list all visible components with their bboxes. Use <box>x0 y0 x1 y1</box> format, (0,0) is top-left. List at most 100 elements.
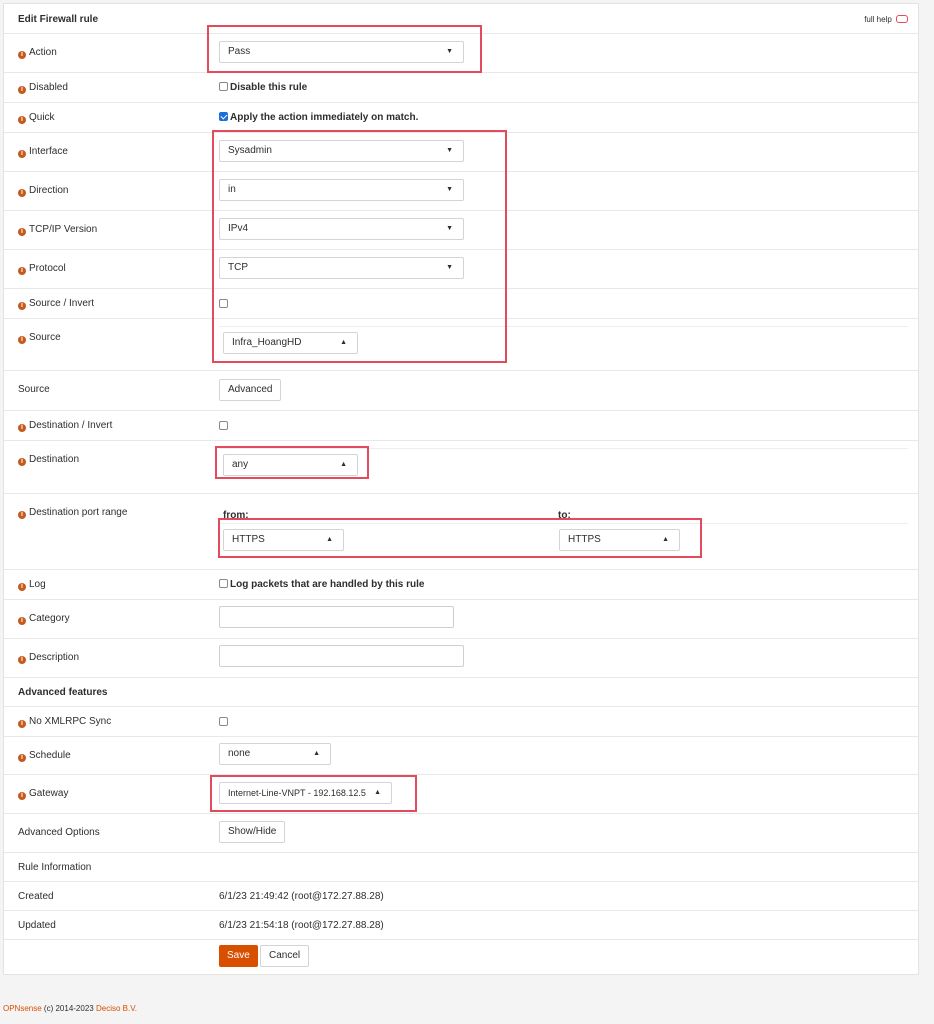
label-direction: i Direction <box>18 185 68 197</box>
save-button[interactable]: Save <box>219 945 258 967</box>
label-advanced-options: Advanced Options <box>18 827 100 838</box>
cancel-button[interactable]: Cancel <box>260 945 310 967</box>
row-quick: i Quick Apply the action immediately on m… <box>4 102 918 133</box>
info-icon[interactable]: i <box>18 336 26 344</box>
highlight-box-gateway <box>210 775 417 812</box>
info-icon[interactable]: i <box>18 656 26 664</box>
label-protocol: i Protocol <box>18 263 66 275</box>
label-created: Created <box>18 891 54 902</box>
info-icon[interactable]: i <box>18 617 26 625</box>
source-advanced-button[interactable]: Advanced <box>219 379 282 401</box>
label-text: Interface <box>29 146 68 157</box>
schedule-value: none <box>228 748 251 759</box>
label-text: TCP/IP Version <box>29 224 98 235</box>
dest-invert-checkbox[interactable] <box>219 421 228 430</box>
label-description: i Description <box>18 652 79 664</box>
label-text: Disabled <box>29 82 68 93</box>
label-text: Protocol <box>29 263 66 274</box>
row-source-advanced: Source Advanced <box>4 370 918 411</box>
updated-value: 6/1/23 21:54:18 (root@172.27.88.28) <box>219 920 384 931</box>
info-icon[interactable]: i <box>18 302 26 310</box>
show-hide-button[interactable]: Show/Hide <box>219 821 286 843</box>
label-ipversion: i TCP/IP Version <box>18 224 97 236</box>
label-text: Gateway <box>29 788 69 799</box>
info-icon[interactable]: i <box>18 511 26 519</box>
info-icon[interactable]: i <box>18 86 26 94</box>
label-text: Log <box>29 579 46 590</box>
quick-checkbox[interactable] <box>219 112 228 121</box>
advanced-features-heading: Advanced features <box>18 687 108 698</box>
toggle-icon <box>896 15 908 23</box>
label-text: Destination / Invert <box>29 420 113 431</box>
label-destination: i Destination <box>18 454 79 466</box>
label-interface: i Interface <box>18 146 68 158</box>
label-updated: Updated <box>18 920 56 931</box>
row-advanced-features: Advanced features <box>4 677 918 707</box>
row-disabled: i Disabled Disable this rule <box>4 72 918 103</box>
info-icon[interactable]: i <box>18 458 26 466</box>
description-input[interactable] <box>219 645 464 667</box>
label-disabled: i Disabled <box>18 82 68 94</box>
panel-title: Edit Firewall rule <box>18 14 99 25</box>
info-icon[interactable]: i <box>18 51 26 59</box>
label-text: Source <box>29 332 61 343</box>
label-text: Destination <box>29 454 80 465</box>
info-icon[interactable]: i <box>18 150 26 158</box>
log-label: Log packets that are handled by this rul… <box>230 579 425 590</box>
full-help-label: full help <box>864 15 892 24</box>
info-icon[interactable]: i <box>18 228 26 236</box>
label-dest-port: i Destination port range <box>18 507 127 519</box>
footer-company-link[interactable]: Deciso B.V. <box>96 1004 137 1013</box>
label-no-xmlrpc: i No XMLRPC Sync <box>18 716 111 728</box>
category-input[interactable] <box>219 606 454 628</box>
highlight-box-action <box>207 25 482 73</box>
info-icon[interactable]: i <box>18 792 26 800</box>
quick-label: Apply the action immediately on match. <box>230 112 419 123</box>
label-dest-invert: i Destination / Invert <box>18 420 112 432</box>
row-schedule: i Schedule none ▲ <box>4 736 918 775</box>
info-icon[interactable]: i <box>18 754 26 762</box>
highlight-box-port-range <box>218 518 702 558</box>
no-xmlrpc-checkbox[interactable] <box>219 717 228 726</box>
info-icon[interactable]: i <box>18 720 26 728</box>
row-log: i Log Log packets that are handled by thi… <box>4 569 918 600</box>
row-rule-info: Rule Information <box>4 852 918 882</box>
highlight-box-destination <box>215 446 369 479</box>
label-text: No XMLRPC Sync <box>29 716 112 727</box>
info-icon[interactable]: i <box>18 189 26 197</box>
label-text: Direction <box>29 185 69 196</box>
info-icon[interactable]: i <box>18 267 26 275</box>
row-created: Created 6/1/23 21:49:42 (root@172.27.88.… <box>4 881 918 911</box>
label-gateway: i Gateway <box>18 788 68 800</box>
full-help-toggle[interactable]: full help <box>864 15 908 24</box>
label-schedule: i Schedule <box>18 750 71 762</box>
info-icon[interactable]: i <box>18 424 26 432</box>
row-no-xmlrpc: i No XMLRPC Sync <box>4 706 918 737</box>
row-gateway: i Gateway Internet-Line-VNPT - 192.168.12… <box>4 774 918 814</box>
row-category: i Category <box>4 599 918 639</box>
label-text: Action <box>29 47 57 58</box>
label-action: i Action <box>18 47 57 59</box>
label-category: i Category <box>18 613 70 625</box>
label-text: Quick <box>29 112 55 123</box>
label-text: Description <box>29 652 80 663</box>
highlight-box-interface-to-source <box>212 130 507 363</box>
label-source-invert: i Source / Invert <box>18 298 94 310</box>
label-text: Category <box>29 613 70 624</box>
footer: OPNsense (c) 2014-2023 Deciso B.V. <box>3 1004 137 1013</box>
label-source-advanced: Source <box>18 384 50 395</box>
label-text: Schedule <box>29 750 71 761</box>
log-checkbox[interactable] <box>219 579 228 588</box>
disable-rule-checkbox[interactable] <box>219 82 228 91</box>
row-description: i Description <box>4 638 918 678</box>
info-icon[interactable]: i <box>18 583 26 591</box>
rule-info-heading: Rule Information <box>18 862 92 873</box>
row-dest-invert: i Destination / Invert <box>4 410 918 441</box>
disable-rule-label: Disable this rule <box>230 82 308 93</box>
label-log: i Log <box>18 579 46 591</box>
footer-brand-link[interactable]: OPNsense <box>3 1004 42 1013</box>
label-text: Source / Invert <box>29 298 95 309</box>
schedule-select[interactable]: none ▲ <box>219 743 331 765</box>
info-icon[interactable]: i <box>18 116 26 124</box>
created-value: 6/1/23 21:49:42 (root@172.27.88.28) <box>219 891 384 902</box>
